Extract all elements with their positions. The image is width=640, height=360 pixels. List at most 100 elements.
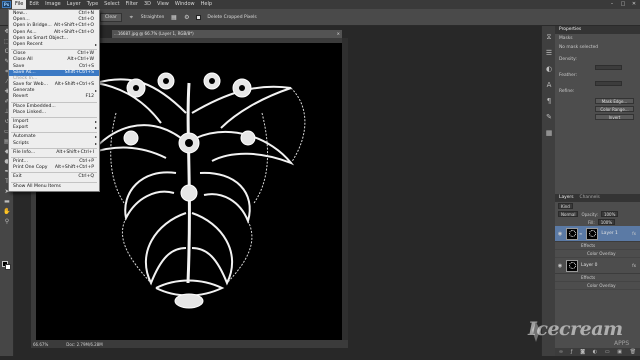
menu-separator [11,156,97,158]
straighten-icon[interactable]: ⌖ [128,14,135,21]
properties-panel-header: Properties [555,26,640,34]
tab-channels[interactable]: Channels [580,194,600,202]
file-menu-item[interactable]: Revert F12 [9,94,99,100]
fx-icon[interactable]: fx [632,231,636,236]
color-range-button[interactable]: Color Range... [595,106,634,112]
file-menu-item[interactable]: Show All Menu Items [9,184,99,190]
file-menu-item-label: Close [13,51,26,57]
straighten-label[interactable]: Straighten [141,15,165,20]
close-window-button[interactable]: ✕ [630,1,638,8]
layer-name[interactable]: Layer 1 [601,231,617,236]
adjustment-layer-icon[interactable]: ◐ [593,348,597,356]
file-menu-item-label: Print... [13,158,28,164]
effects-row[interactable]: Effects [555,242,640,250]
file-menu-item-label: Open As... [13,29,37,35]
submenu-arrow-icon: ▸ [94,125,97,131]
paragraph-icon[interactable]: ¶ [544,96,554,106]
color-overlay-row[interactable]: Color Overlay [555,282,640,290]
clear-button[interactable]: Clear [100,12,122,22]
file-menu-item[interactable]: Place Linked... [9,110,99,116]
add-mask-icon[interactable]: ◙ [580,348,585,356]
file-menu-item[interactable]: Export ▸ [9,125,99,131]
menu-filter[interactable]: Filter [123,0,141,9]
gear-icon[interactable]: ⚙ [183,14,190,21]
density-slider[interactable] [595,65,622,70]
visibility-eye-icon[interactable]: ◉ [557,231,563,237]
minimize-button[interactable]: – [608,1,616,8]
file-menu-item-label: Export [13,125,29,131]
file-menu-item-shortcut: Alt+Shift+Ctrl+P [54,165,94,171]
new-layer-icon[interactable]: ▣ [617,348,622,356]
kind-filter-select[interactable]: Kind [558,203,573,209]
layer-row-layer-1[interactable]: ◉ ∞ Layer 1 fx [555,226,640,242]
file-menu-item[interactable]: Print One Copy Alt+Shift+Ctrl+P [9,165,99,171]
properties-icon[interactable]: ☰ [544,48,554,58]
shape-tool-icon[interactable]: ▬ [2,198,12,206]
vertical-scrollbar[interactable] [342,38,348,340]
menu-view[interactable]: View [154,0,172,9]
delete-cropped-checkbox[interactable] [196,14,202,20]
file-menu-item-label: Generate [13,88,35,94]
file-menu-item[interactable]: File Info... Alt+Shift+Ctrl+I [9,150,99,156]
feather-slider[interactable] [595,81,622,86]
menu-type[interactable]: Type [84,0,101,9]
visibility-eye-icon[interactable]: ◉ [557,263,563,269]
opacity-input[interactable]: 100% [600,211,619,217]
density-label: Density: [559,57,577,62]
feather-label: Feather: [559,73,578,78]
document-tab[interactable]: ...16687.jpg @ 66.7% (Layer 1, RGB/8*) × [112,30,342,38]
add-style-icon[interactable]: ƒ [571,348,573,356]
file-menu-item-label: Save [13,63,25,69]
file-menu-item[interactable]: Scripts ▸ [9,141,99,147]
file-menu-item-shortcut: Alt+Shift+Ctrl+I [56,149,94,155]
mask-edge-button[interactable]: Mask Edge... [595,98,634,104]
color-overlay-row[interactable]: Color Overlay [555,250,640,258]
new-group-icon[interactable]: ▭ [605,348,610,356]
menu-select[interactable]: Select [101,0,122,9]
menu-separator [11,117,97,118]
brush-presets-icon[interactable]: ✎ [544,112,554,122]
link-layers-icon[interactable]: ∞ [559,348,563,356]
fill-input[interactable]: 100% [597,219,616,225]
layer-thumbnail [566,227,578,240]
file-menu-item[interactable]: Open Recent ▸ [9,42,99,48]
watermark-text: Icecream [528,318,623,340]
tab-layers[interactable]: Layers [559,194,574,202]
tab-properties[interactable]: Properties [559,26,581,34]
history-icon[interactable]: ⧖ [544,32,554,42]
layer-row-layer-0[interactable]: ◉ Layer 0 fx [555,258,640,274]
blend-mode-select[interactable]: Normal [558,211,579,217]
menu-3d[interactable]: 3D [141,0,154,9]
right-panels: Properties Masks No mask selected Densit… [555,26,640,356]
fx-icon[interactable]: fx [632,263,636,268]
invert-button[interactable]: Invert [595,114,634,120]
file-menu-dropdown: New... Ctrl+N Open... Ctrl+O Open in Bridge.… [8,9,100,192]
menu-layer[interactable]: Layer [64,0,84,9]
grid-overlay-icon[interactable]: ▦ [170,14,177,21]
menu-help[interactable]: Help [198,0,215,9]
character-icon[interactable]: A [544,80,554,90]
menu-bar: Ps File Edit Image Layer Type Select Fil… [0,0,640,9]
layer-name[interactable]: Layer 0 [581,263,597,268]
background-color-swatch[interactable] [5,264,11,270]
file-menu-item-label: Import [13,119,29,124]
lock-fill-row: Fill: 100% [555,218,640,226]
menu-window[interactable]: Window [172,0,198,9]
menu-edit[interactable]: Edit [26,0,42,9]
menu-file[interactable]: File [12,0,27,9]
density-row: Density: [555,55,640,64]
file-menu-item[interactable]: Exit Ctrl+Q [9,174,99,180]
file-menu-item-label: Save As... [13,69,36,75]
adjustments-icon[interactable]: ◐ [544,64,554,74]
zoom-tool-icon[interactable]: ⚲ [2,218,12,226]
menu-image[interactable]: Image [42,0,64,9]
delete-layer-icon[interactable]: 🗑 [630,348,636,356]
zoom-level[interactable]: 66.67% [33,342,48,347]
file-menu-item-label: Show All Menu Items [13,183,61,189]
effects-row[interactable]: Effects [555,274,640,282]
maximize-button[interactable]: □ [619,1,627,8]
close-tab-icon[interactable]: × [337,30,340,38]
swatches-icon[interactable]: ▦ [544,128,554,138]
layer-filter-row: Kind [555,202,640,210]
hand-tool-icon[interactable]: ✋ [2,208,12,216]
